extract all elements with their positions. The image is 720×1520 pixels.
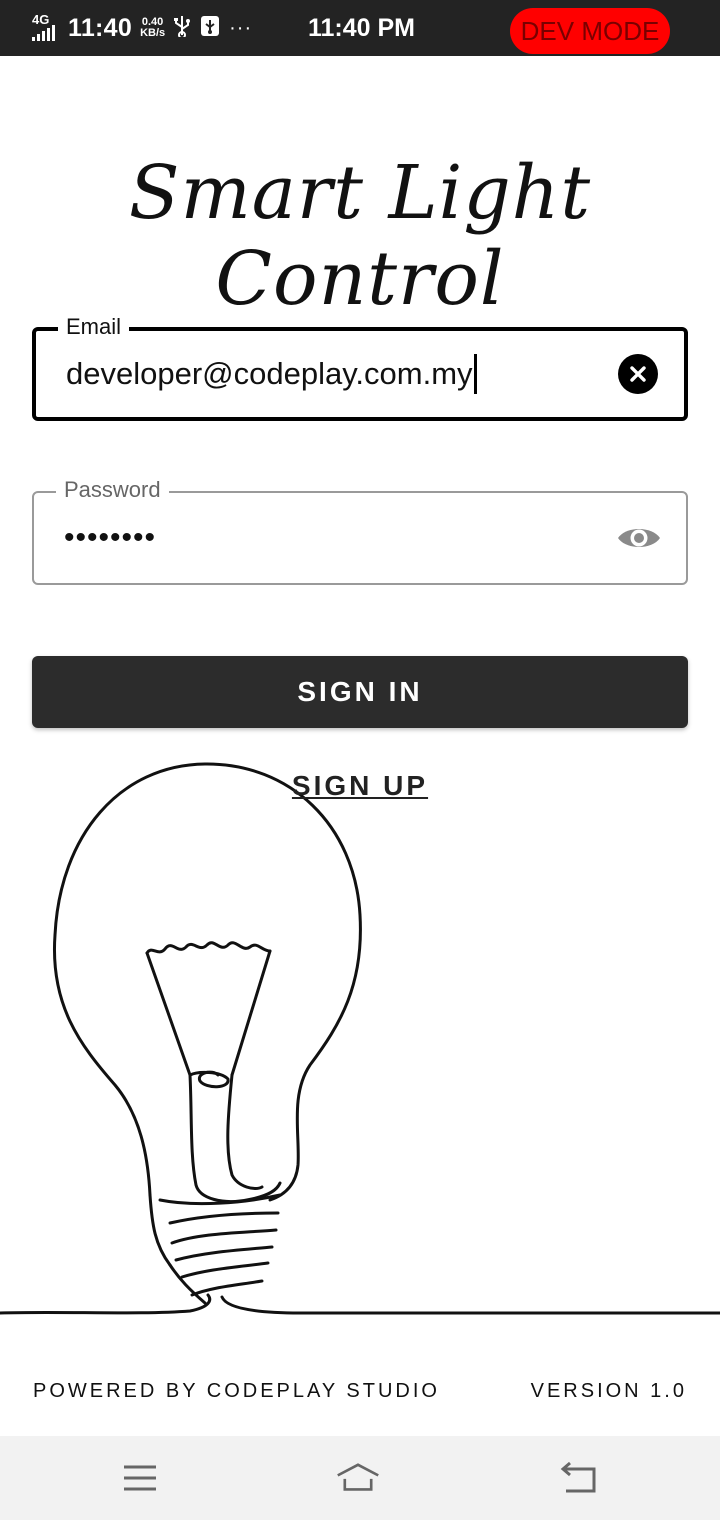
password-field[interactable]: Password •••••••• (32, 477, 688, 585)
status-time-left: 11:40 (68, 13, 133, 42)
usb-debug-icon (199, 14, 221, 43)
version-text: VERSION 1.0 (530, 1380, 687, 1402)
speed-unit: KB/s (140, 27, 166, 39)
app-title: Smart Light Control (128, 150, 592, 322)
email-input[interactable]: developer@codeplay.com.my (66, 356, 473, 392)
menu-icon[interactable] (118, 1456, 162, 1500)
powered-by-text: POWERED BY CODEPLAY STUDIO (33, 1380, 440, 1402)
back-icon[interactable] (556, 1456, 600, 1500)
network-speed: 0.40 KB/s (140, 17, 165, 39)
email-value-wrap[interactable]: developer@codeplay.com.my (66, 331, 477, 417)
eye-icon[interactable] (616, 523, 662, 553)
dev-mode-badge[interactable]: DEV MODE (510, 8, 670, 54)
more-notifications-icon: ··· (229, 16, 253, 39)
sign-in-button[interactable]: SIGN IN (32, 656, 688, 728)
email-field[interactable]: Email developer@codeplay.com.my (32, 314, 688, 421)
clear-icon[interactable] (618, 354, 658, 394)
signal-icon: 4G (32, 13, 60, 43)
password-input[interactable]: •••••••• (64, 493, 156, 583)
system-nav-bar (0, 1436, 720, 1520)
status-bar: 4G 11:40 0.40 KB/s ··· 11:40 PM DEV MODE (0, 0, 720, 56)
status-bar-left: 4G 11:40 0.40 KB/s ··· (32, 0, 252, 56)
text-caret (473, 354, 477, 394)
lightbulb-illustration-icon (0, 762, 720, 1315)
usb-icon (173, 15, 191, 42)
home-icon[interactable] (336, 1456, 380, 1500)
sign-up-link[interactable]: SIGN UP (0, 770, 720, 802)
status-time-center: 11:40 PM (308, 14, 416, 42)
